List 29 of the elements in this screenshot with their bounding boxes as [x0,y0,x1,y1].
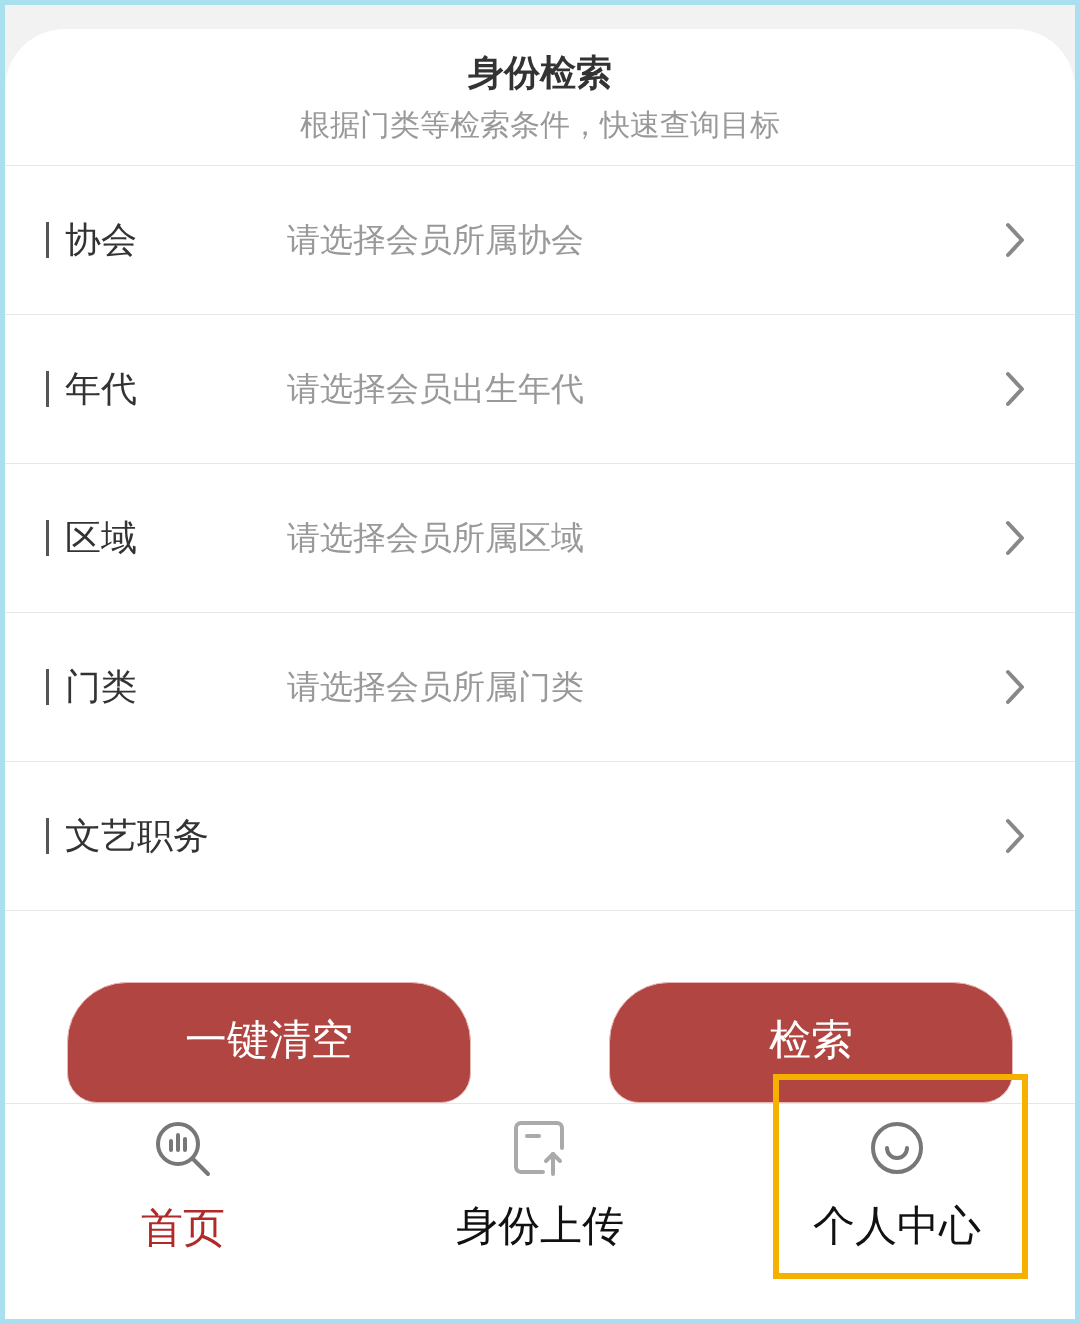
chevron-right-icon [1005,371,1025,407]
select-row[interactable]: 协会 请选择会员所属协会 [5,166,1075,315]
clear-button[interactable]: 一键清空 [67,982,471,1103]
field-label: 协会 [65,218,138,262]
field-label: 门类 [65,665,138,709]
field-label: 文艺职务 [65,814,210,858]
chevron-right-icon [1005,669,1025,705]
nav-tab[interactable]: 个人中心 [812,1104,981,1279]
field-placeholder: 请选择会员出生年代 [287,368,584,411]
field-label: 年代 [65,367,138,411]
smiley-icon [868,1120,925,1176]
chart-search-icon [154,1120,213,1178]
field-placeholder: 请选择会员所属区域 [287,517,584,560]
select-row[interactable]: 年代 请选择会员出生年代 [5,315,1075,464]
search-button[interactable]: 检索 [609,982,1013,1103]
nav-tab[interactable]: 身份上传 [456,1104,624,1279]
nav-tab[interactable]: 首页 [141,1104,226,1279]
field-placeholder: 请选择会员所属协会 [287,219,584,262]
select-row[interactable]: 区域 请选择会员所属区域 [5,464,1075,613]
page-title: 身份检索 [468,51,612,95]
select-row[interactable]: 文艺职务 [5,762,1075,911]
upload-icon [513,1120,567,1176]
field-label: 区域 [65,516,138,560]
chevron-right-icon [1005,818,1025,854]
chevron-right-icon [1005,520,1025,556]
chevron-right-icon [1005,222,1025,258]
select-row[interactable]: 门类 请选择会员所属门类 [5,613,1075,762]
page-subtitle: 根据门类等检索条件，快速查询目标 [300,106,780,144]
field-placeholder: 请选择会员所属门类 [287,666,584,709]
